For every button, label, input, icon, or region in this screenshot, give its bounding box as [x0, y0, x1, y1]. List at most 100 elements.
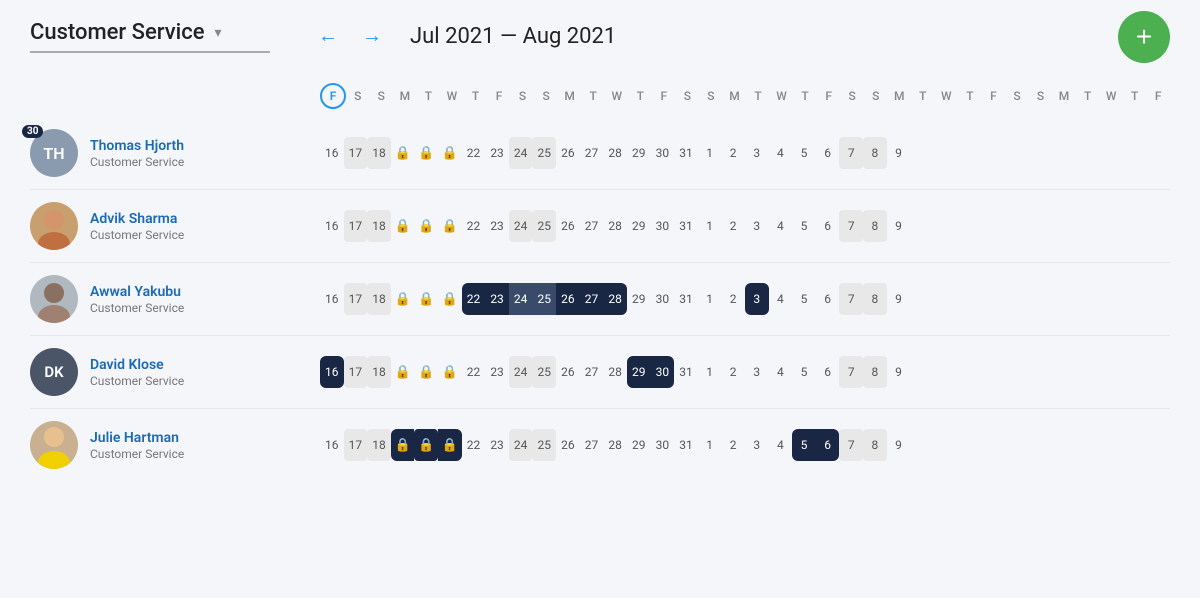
day-cell-d-18[interactable]: 18: [367, 356, 391, 388]
day-cell-d-lock2[interactable]: 🔒: [414, 356, 438, 388]
day-cell-j-aug1[interactable]: 1: [698, 429, 722, 461]
day-cell-a-3[interactable]: 3: [745, 210, 769, 242]
dept-selector[interactable]: Customer Service ▾: [30, 20, 270, 53]
day-cell-aw-2[interactable]: 2: [721, 283, 745, 315]
day-cell-j-3[interactable]: 3: [745, 429, 769, 461]
day-cell-a-18[interactable]: 18: [367, 210, 391, 242]
day-cell-a-16[interactable]: 16: [320, 210, 344, 242]
day-cell-a-lock3[interactable]: 🔒: [438, 210, 462, 242]
day-cell-d-29[interactable]: 29: [627, 356, 651, 388]
day-cell-t-22[interactable]: 22: [462, 137, 486, 169]
day-cell-aw-25[interactable]: 25: [532, 283, 556, 315]
day-cell-j-18[interactable]: 18: [367, 429, 391, 461]
day-cell-aw-lock3[interactable]: 🔒: [438, 283, 462, 315]
day-cell-d-lock3[interactable]: 🔒: [438, 356, 462, 388]
day-cell-t-3[interactable]: 3: [745, 137, 769, 169]
day-cell-j-28[interactable]: 28: [603, 429, 627, 461]
day-cell-j-22[interactable]: 22: [462, 429, 486, 461]
day-cell-aw-30[interactable]: 30: [651, 283, 675, 315]
day-cell-aw-29[interactable]: 29: [627, 283, 651, 315]
day-cell-j-31[interactable]: 31: [674, 429, 698, 461]
day-cell-aw-31[interactable]: 31: [674, 283, 698, 315]
day-cell-t-17[interactable]: 17: [344, 137, 368, 169]
day-cell-a-22[interactable]: 22: [462, 210, 486, 242]
day-cell-a-lock1[interactable]: 🔒: [391, 210, 415, 242]
day-cell-d-17[interactable]: 17: [344, 356, 368, 388]
day-cell-a-5[interactable]: 5: [792, 210, 816, 242]
day-cell-t-4[interactable]: 4: [769, 137, 793, 169]
day-cell-aw-lock1[interactable]: 🔒: [391, 283, 415, 315]
day-cell-aw-aug1[interactable]: 1: [698, 283, 722, 315]
day-cell-j-lock1[interactable]: 🔒: [391, 429, 415, 461]
day-cell-t-16[interactable]: 16: [320, 137, 344, 169]
day-cell-d-28[interactable]: 28: [603, 356, 627, 388]
day-cell-j-23[interactable]: 23: [485, 429, 509, 461]
day-cell-a-25[interactable]: 25: [532, 210, 556, 242]
day-cell-aw-9[interactable]: 9: [887, 283, 911, 315]
day-cell-t-2[interactable]: 2: [721, 137, 745, 169]
day-cell-j-27[interactable]: 27: [580, 429, 604, 461]
day-cell-d-4[interactable]: 4: [769, 356, 793, 388]
day-cell-d-16[interactable]: 16: [320, 356, 344, 388]
day-cell-j-24[interactable]: 24: [509, 429, 533, 461]
day-cell-a-26[interactable]: 26: [556, 210, 580, 242]
day-cell-aw-27[interactable]: 27: [580, 283, 604, 315]
day-cell-d-9[interactable]: 9: [887, 356, 911, 388]
day-cell-a-30[interactable]: 30: [651, 210, 675, 242]
day-cell-aw-3[interactable]: 3: [745, 283, 769, 315]
day-cell-a-27[interactable]: 27: [580, 210, 604, 242]
day-cell-j-6[interactable]: 6: [816, 429, 840, 461]
day-cell-aw-18[interactable]: 18: [367, 283, 391, 315]
day-cell-t-lock1[interactable]: 🔒: [391, 137, 415, 169]
day-cell-d-2[interactable]: 2: [721, 356, 745, 388]
day-cell-t-6[interactable]: 6: [816, 137, 840, 169]
prev-button[interactable]: ←: [310, 21, 346, 52]
day-cell-d-lock1[interactable]: 🔒: [391, 356, 415, 388]
day-cell-t-28[interactable]: 28: [603, 137, 627, 169]
day-cell-aw-8[interactable]: 8: [863, 283, 887, 315]
day-cell-j-9[interactable]: 9: [887, 429, 911, 461]
day-cell-d-25[interactable]: 25: [532, 356, 556, 388]
day-cell-a-17[interactable]: 17: [344, 210, 368, 242]
day-cell-a-7[interactable]: 7: [839, 210, 863, 242]
day-cell-t-27[interactable]: 27: [580, 137, 604, 169]
day-cell-t-7[interactable]: 7: [839, 137, 863, 169]
next-button[interactable]: →: [354, 21, 390, 52]
day-cell-aw-5[interactable]: 5: [792, 283, 816, 315]
day-cell-t-18[interactable]: 18: [367, 137, 391, 169]
day-cell-j-25[interactable]: 25: [532, 429, 556, 461]
day-cell-d-24[interactable]: 24: [509, 356, 533, 388]
day-cell-d-8[interactable]: 8: [863, 356, 887, 388]
day-cell-aw-lock2[interactable]: 🔒: [414, 283, 438, 315]
day-cell-aw-16[interactable]: 16: [320, 283, 344, 315]
day-cell-t-25[interactable]: 25: [532, 137, 556, 169]
day-cell-aw-22[interactable]: 22: [462, 283, 486, 315]
day-cell-d-3[interactable]: 3: [745, 356, 769, 388]
day-cell-a-2[interactable]: 2: [721, 210, 745, 242]
day-cell-a-9[interactable]: 9: [887, 210, 911, 242]
day-cell-a-lock2[interactable]: 🔒: [414, 210, 438, 242]
day-cell-t-aug1[interactable]: 1: [698, 137, 722, 169]
day-cell-a-29[interactable]: 29: [627, 210, 651, 242]
day-cell-aw-24[interactable]: 24: [509, 283, 533, 315]
day-cell-a-4[interactable]: 4: [769, 210, 793, 242]
day-cell-aw-6[interactable]: 6: [816, 283, 840, 315]
day-cell-a-28[interactable]: 28: [603, 210, 627, 242]
day-cell-a-31[interactable]: 31: [674, 210, 698, 242]
day-cell-j-26[interactable]: 26: [556, 429, 580, 461]
day-cell-d-7[interactable]: 7: [839, 356, 863, 388]
day-cell-t-23[interactable]: 23: [485, 137, 509, 169]
day-cell-d-30[interactable]: 30: [651, 356, 675, 388]
day-cell-t-24[interactable]: 24: [509, 137, 533, 169]
day-cell-t-31[interactable]: 31: [674, 137, 698, 169]
day-cell-aw-23[interactable]: 23: [485, 283, 509, 315]
day-cell-j-8[interactable]: 8: [863, 429, 887, 461]
day-cell-d-26[interactable]: 26: [556, 356, 580, 388]
day-cell-t-9[interactable]: 9: [887, 137, 911, 169]
day-cell-aw-7[interactable]: 7: [839, 283, 863, 315]
day-cell-d-22[interactable]: 22: [462, 356, 486, 388]
day-cell-d-27[interactable]: 27: [580, 356, 604, 388]
day-cell-j-5[interactable]: 5: [792, 429, 816, 461]
day-cell-j-17[interactable]: 17: [344, 429, 368, 461]
day-cell-d-31[interactable]: 31: [674, 356, 698, 388]
